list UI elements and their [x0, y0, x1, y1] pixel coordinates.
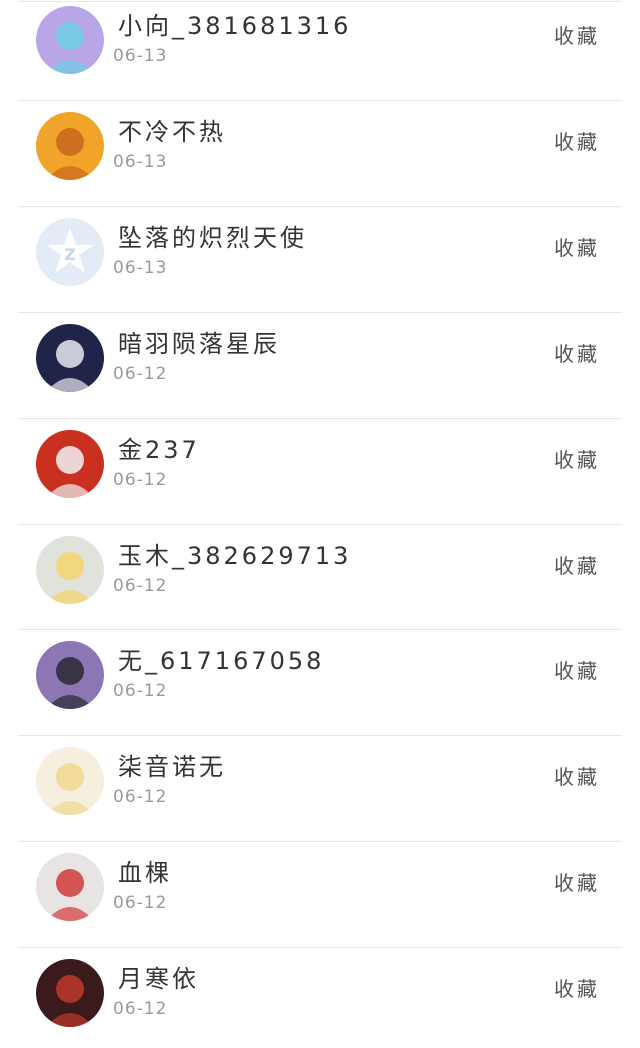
date-label: 06-12	[113, 575, 168, 596]
user-name[interactable]: 月寒依	[118, 959, 199, 994]
avatar[interactable]	[36, 641, 104, 710]
list-item[interactable]: 金237 06-12 收藏	[0, 417, 640, 524]
white-hair-halo-avatar	[36, 853, 104, 922]
user-name[interactable]: 不冷不热	[118, 112, 226, 147]
svg-text:Z: Z	[64, 245, 76, 264]
user-name[interactable]: 小向_381681316	[118, 6, 351, 41]
favorite-button[interactable]: 收藏	[554, 867, 600, 896]
row-divider	[18, 841, 622, 843]
favorite-button[interactable]: 收藏	[554, 338, 600, 367]
date-label: 06-13	[113, 257, 168, 278]
anime-girl-pink-avatar	[36, 6, 104, 74]
date-label: 06-12	[113, 363, 168, 384]
favorite-button[interactable]: 收藏	[554, 973, 600, 1002]
avatar[interactable]: Z	[36, 217, 104, 286]
list-item[interactable]: 暗羽陨落星辰 06-12 收藏	[0, 311, 640, 418]
ponytail-girl-avatar	[36, 641, 104, 710]
date-label: 06-13	[113, 46, 168, 66]
dark-red-avatar	[36, 959, 104, 1028]
row-divider	[18, 417, 622, 419]
avatar[interactable]	[36, 747, 104, 816]
row-divider	[18, 205, 622, 207]
date-label: 06-12	[113, 469, 168, 490]
fawn-avatar	[36, 111, 104, 180]
favorite-button[interactable]: 收藏	[554, 550, 600, 579]
list-item[interactable]: Z 坠落的炽烈天使 06-13 收藏	[0, 205, 640, 312]
favorites-user-list: 小向_381681316 06-13 收藏 不冷不热 06-13 收藏 Z 坠落的炽烈天使 06…	[0, 0, 640, 1048]
favorite-button[interactable]: 收藏	[554, 232, 600, 261]
favorite-button[interactable]: 收藏	[554, 761, 600, 790]
row-divider	[18, 311, 622, 313]
user-name[interactable]: 无_617167058	[118, 641, 324, 676]
avatar[interactable]	[36, 6, 104, 74]
list-item[interactable]: 月寒依 06-12 收藏	[0, 947, 640, 1048]
list-item[interactable]: 无_617167058 06-12 收藏	[0, 629, 640, 735]
favorite-button[interactable]: 收藏	[554, 20, 600, 49]
row-divider	[18, 523, 622, 525]
row-divider	[18, 1, 622, 2]
user-name[interactable]: 玉木_382629713	[118, 536, 351, 571]
row-divider	[18, 947, 622, 949]
list-item[interactable]: 玉木_382629713 06-12 收藏	[0, 523, 640, 630]
row-divider	[18, 99, 622, 101]
date-label: 06-12	[113, 893, 168, 914]
avatar[interactable]	[36, 429, 104, 498]
avatar[interactable]	[36, 853, 104, 922]
list-item[interactable]: 血棵 06-12 收藏	[0, 841, 640, 947]
date-label: 06-12	[113, 681, 168, 702]
default-star-avatar: Z	[36, 217, 104, 286]
avatar[interactable]	[36, 323, 104, 392]
date-label: 06-12	[113, 999, 168, 1020]
user-name[interactable]: 血棵	[118, 853, 172, 888]
anime-white-hair-avatar	[36, 535, 104, 604]
user-name[interactable]: 坠落的炽烈天使	[118, 218, 307, 253]
favorite-button[interactable]: 收藏	[554, 655, 600, 684]
user-name[interactable]: 暗羽陨落星辰	[118, 324, 280, 359]
avatar[interactable]	[36, 535, 104, 604]
list-item[interactable]: 不冷不热 06-13 收藏	[0, 99, 640, 206]
dark-night-avatar	[36, 323, 104, 392]
date-label: 06-13	[113, 151, 168, 172]
list-item[interactable]: 小向_381681316 06-13 收藏	[0, 0, 640, 100]
row-divider	[18, 629, 622, 631]
avatar[interactable]	[36, 111, 104, 180]
list-item[interactable]: 柒音诺无 06-12 收藏	[0, 735, 640, 841]
date-label: 06-12	[113, 787, 168, 808]
row-divider	[18, 735, 622, 737]
blonde-anime-avatar	[36, 747, 104, 816]
user-name[interactable]: 柒音诺无	[118, 747, 226, 782]
anime-red-avatar	[36, 429, 104, 498]
user-name[interactable]: 金237	[118, 430, 200, 465]
avatar[interactable]	[36, 959, 104, 1028]
favorite-button[interactable]: 收藏	[554, 444, 600, 473]
favorite-button[interactable]: 收藏	[554, 126, 600, 155]
